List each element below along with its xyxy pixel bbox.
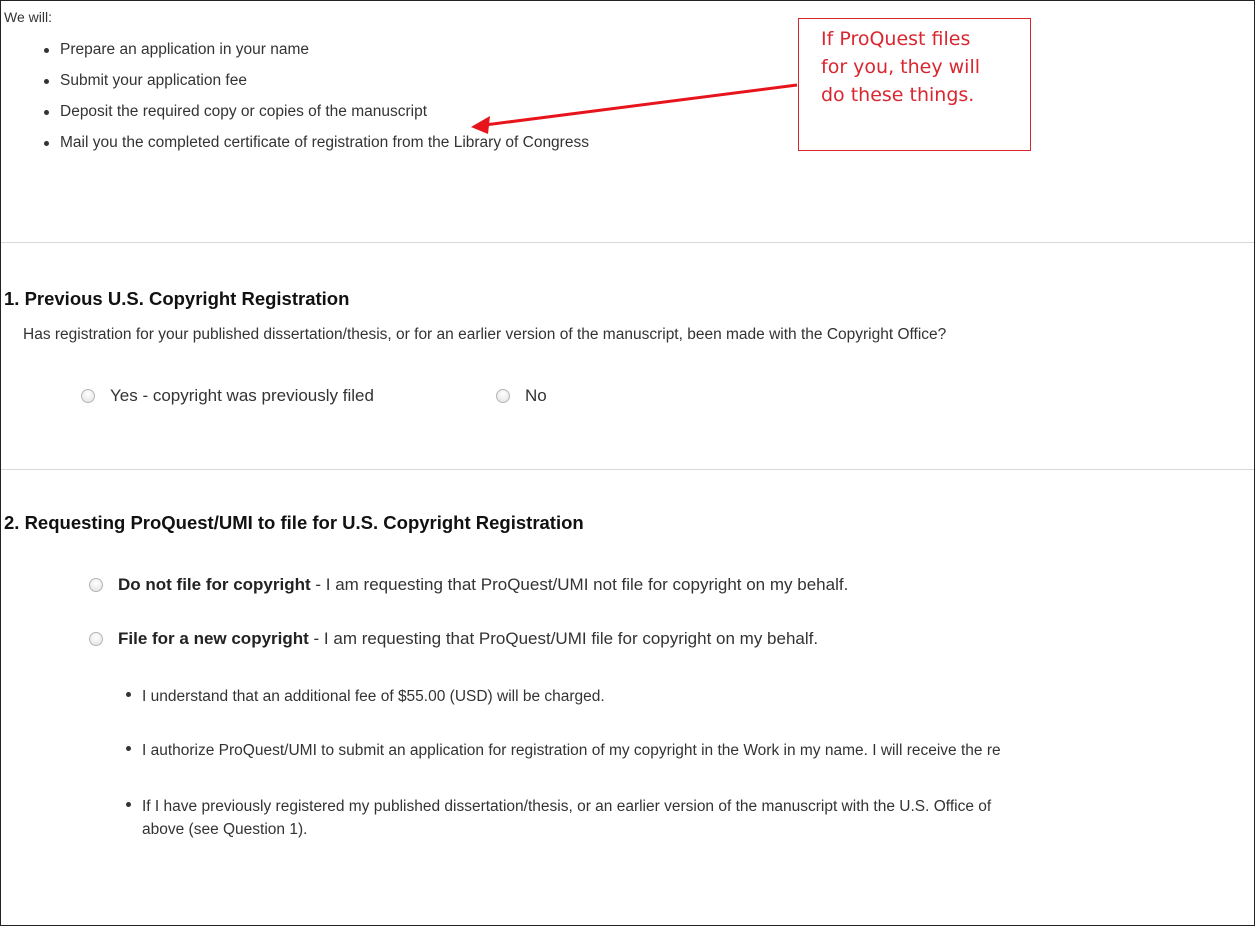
terms-list: If I have previously registered my publi… <box>123 795 991 841</box>
section-divider <box>1 242 1254 243</box>
list-item: I authorize ProQuest/UMI to submit an ap… <box>123 739 1001 762</box>
radio-button-icon[interactable] <box>89 578 103 592</box>
radio-file-new-copyright[interactable]: File for a new copyright - I am requesti… <box>89 629 818 649</box>
list-item-line: If I have previously registered my publi… <box>142 798 992 815</box>
callout-arrow-icon <box>471 83 798 134</box>
option-description: - I am requesting that ProQuest/UMI file… <box>308 629 819 648</box>
page-frame: We will: Prepare an application in your … <box>0 0 1255 926</box>
radio-button-icon[interactable] <box>496 389 510 403</box>
section1-title: 1. Previous U.S. Copyright Registration <box>4 288 350 309</box>
list-item-line: above (see Question 1). <box>142 821 308 838</box>
radio-do-not-file[interactable]: Do not file for copyright - I am request… <box>89 575 848 595</box>
terms-list: I understand that an additional fee of $… <box>123 685 605 708</box>
option-bold-label: Do not file for copyright <box>118 575 311 594</box>
section2-title: 2. Requesting ProQuest/UMI to file for U… <box>4 512 584 533</box>
radio-no[interactable]: No <box>496 386 547 406</box>
section-divider <box>1 469 1254 470</box>
radio-button-icon[interactable] <box>81 389 95 403</box>
radio-button-icon[interactable] <box>89 632 103 646</box>
terms-list: I authorize ProQuest/UMI to submit an ap… <box>123 739 1001 762</box>
radio-label: Yes - copyright was previously filed <box>110 386 374 405</box>
list-item: If I have previously registered my publi… <box>123 795 991 841</box>
radio-yes-previously-filed[interactable]: Yes - copyright was previously filed <box>81 386 374 406</box>
option-description: - I am requesting that ProQuest/UMI not … <box>310 575 849 594</box>
option-bold-label: File for a new copyright <box>118 629 309 648</box>
radio-label: No <box>525 386 547 405</box>
list-item: I understand that an additional fee of $… <box>123 685 605 708</box>
section1-question: Has registration for your published diss… <box>23 326 947 343</box>
